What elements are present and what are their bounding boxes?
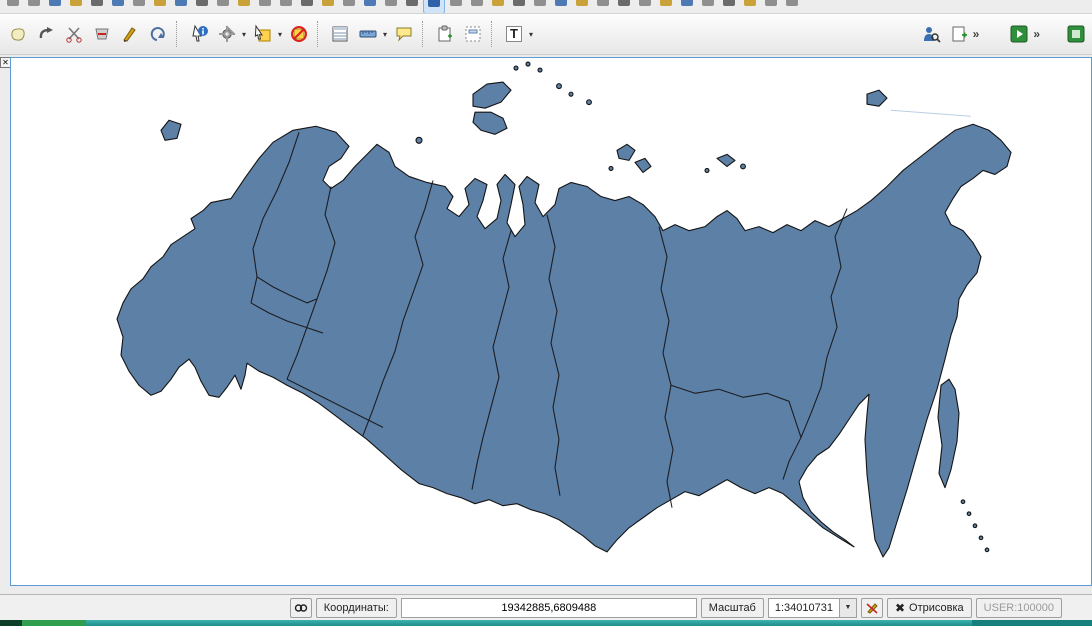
toolbar-icon-stub[interactable] — [108, 0, 128, 12]
form-annotation-icon[interactable] — [459, 20, 487, 48]
toolbar-icon-stub[interactable] — [551, 0, 571, 12]
feature-blob-icon[interactable] — [4, 20, 32, 48]
toolbar-icon-stub[interactable] — [677, 0, 697, 12]
coordinates-label[interactable]: Координаты: — [316, 598, 397, 618]
toolbar-icon-stub[interactable] — [255, 0, 275, 12]
island-sakhalin — [938, 379, 959, 487]
toolbar-icon-stub[interactable] — [467, 0, 487, 12]
island-severnaya-zemlya — [617, 144, 635, 160]
russia-mainland — [117, 124, 1011, 557]
crs-status[interactable]: USER:100000 — [976, 598, 1062, 618]
toolbar-icon-stub[interactable] — [192, 0, 212, 12]
island-new-siberian — [717, 154, 735, 166]
identify-icon[interactable] — [185, 20, 213, 48]
toolbar-icon-stub[interactable] — [509, 0, 529, 12]
island-novaya-zemlya-south — [473, 112, 507, 134]
delete-part-icon[interactable] — [88, 20, 116, 48]
toolbar-overflow-icon[interactable]: » — [973, 27, 980, 41]
toolbar-icon-stub[interactable] — [234, 0, 254, 12]
toolbar-icon-stub[interactable] — [66, 0, 86, 12]
split-features-icon[interactable] — [60, 20, 88, 48]
toolbar-icon-stub[interactable] — [719, 0, 739, 12]
metasearch-icon[interactable] — [917, 20, 945, 48]
toolbar-icon-stub[interactable] — [572, 0, 592, 12]
toolbar-icon-stub[interactable] — [761, 0, 781, 12]
scale-dropdown-icon[interactable]: ▼ — [839, 599, 856, 617]
scale-value: 1:34010731 — [769, 602, 839, 614]
toolbar-separator — [317, 21, 322, 47]
toolbar-icon-stub[interactable] — [698, 0, 718, 12]
russia-land — [117, 62, 1011, 557]
toolbar-icon-stub[interactable] — [297, 0, 317, 12]
toolbar-icon-stub[interactable] — [740, 0, 760, 12]
scale-label: Масштаб — [701, 598, 764, 618]
new-layout-icon[interactable] — [945, 20, 973, 48]
run-feature-action-icon[interactable] — [1005, 20, 1033, 48]
island-kaliningrad — [161, 120, 181, 140]
tool-pan-selected[interactable] — [423, 0, 445, 14]
taskbar[interactable] — [0, 620, 1092, 626]
toolbar-icon-stub[interactable] — [446, 0, 466, 12]
toolbar-row1[interactable] — [0, 0, 1092, 14]
toolbar-separator — [422, 21, 427, 47]
map-tips-icon[interactable] — [390, 20, 418, 48]
toolbar-icon-stub[interactable] — [360, 0, 380, 12]
scale-combo[interactable]: 1:34010731 ▼ — [768, 598, 857, 618]
map-svg — [11, 58, 1091, 585]
toolbar-right-cluster: » » — [917, 20, 1092, 48]
mouse-position-icon[interactable] — [290, 598, 312, 618]
status-bar: Координаты: Масштаб 1:34010731 ▼ ✖ Отрис… — [0, 594, 1092, 620]
stop-render-icon[interactable] — [861, 598, 883, 618]
attribute-table-icon[interactable] — [326, 20, 354, 48]
island-severnaya-zemlya-2 — [635, 158, 651, 172]
toolbar-row2: ▾ ▾ ▾ T ▾ » » — [0, 14, 1092, 55]
gear-icon[interactable] — [213, 20, 241, 48]
toolbar-icon-stub[interactable] — [276, 0, 296, 12]
toolbar-separator — [176, 21, 181, 47]
reshape-feature-icon[interactable] — [116, 20, 144, 48]
toolbar-icon-stub[interactable] — [87, 0, 107, 12]
toolbar-icon-stub[interactable] — [656, 0, 676, 12]
toolbar-icon-stub[interactable] — [318, 0, 338, 12]
toolbar-icon-stub[interactable] — [3, 0, 23, 12]
taskbar-segment — [86, 620, 972, 626]
toolbar-icon-stub[interactable] — [381, 0, 401, 12]
render-checkbox[interactable]: ✖ Отрисовка — [887, 598, 972, 618]
toolbar-icon-stub[interactable] — [339, 0, 359, 12]
toolbar-overflow-icon-2[interactable]: » — [1033, 27, 1040, 41]
toolbar-icon-stub[interactable] — [530, 0, 550, 12]
toolbar-icon-stub[interactable] — [593, 0, 613, 12]
text-annotation-icon[interactable]: T — [500, 20, 528, 48]
move-feature-icon[interactable] — [32, 20, 60, 48]
manage-plugins-icon[interactable] — [1062, 20, 1090, 48]
taskbar-tray-segment — [972, 620, 1092, 626]
measure-icon[interactable] — [354, 20, 382, 48]
toolbar-separator — [491, 21, 496, 47]
undo-icon[interactable] — [144, 20, 172, 48]
toolbar-icon-stub[interactable] — [614, 0, 634, 12]
text-annotation-glyph: T — [506, 26, 522, 42]
toolbar-icon-stub[interactable] — [213, 0, 233, 12]
map-canvas[interactable] — [10, 57, 1092, 586]
render-check-icon: ✖ — [895, 601, 905, 615]
render-label: Отрисовка — [909, 601, 964, 615]
toolbar-icon-stub[interactable] — [488, 0, 508, 12]
select-features-icon[interactable] — [249, 20, 277, 48]
toolbar-icon-stub[interactable] — [24, 0, 44, 12]
toolbar-icon-stub[interactable] — [402, 0, 422, 12]
toolbar-icon-stub[interactable] — [635, 0, 655, 12]
copy-annotation-icon[interactable] — [431, 20, 459, 48]
toolbar-icon-stub[interactable] — [782, 0, 802, 12]
toolbar-icon-stub[interactable] — [171, 0, 191, 12]
deselect-features-icon[interactable] — [285, 20, 313, 48]
taskbar-start-segment[interactable] — [0, 620, 22, 626]
island-novaya-zemlya-north — [473, 82, 511, 108]
toolbar-icon-stub[interactable] — [45, 0, 65, 12]
toolbar-icon-stub[interactable] — [150, 0, 170, 12]
island-wrangel — [867, 90, 887, 106]
taskbar-segment — [22, 620, 86, 626]
toolbar-icon-stub[interactable] — [129, 0, 149, 12]
left-panel-strip — [0, 55, 10, 594]
coordinates-input[interactable] — [401, 598, 697, 618]
